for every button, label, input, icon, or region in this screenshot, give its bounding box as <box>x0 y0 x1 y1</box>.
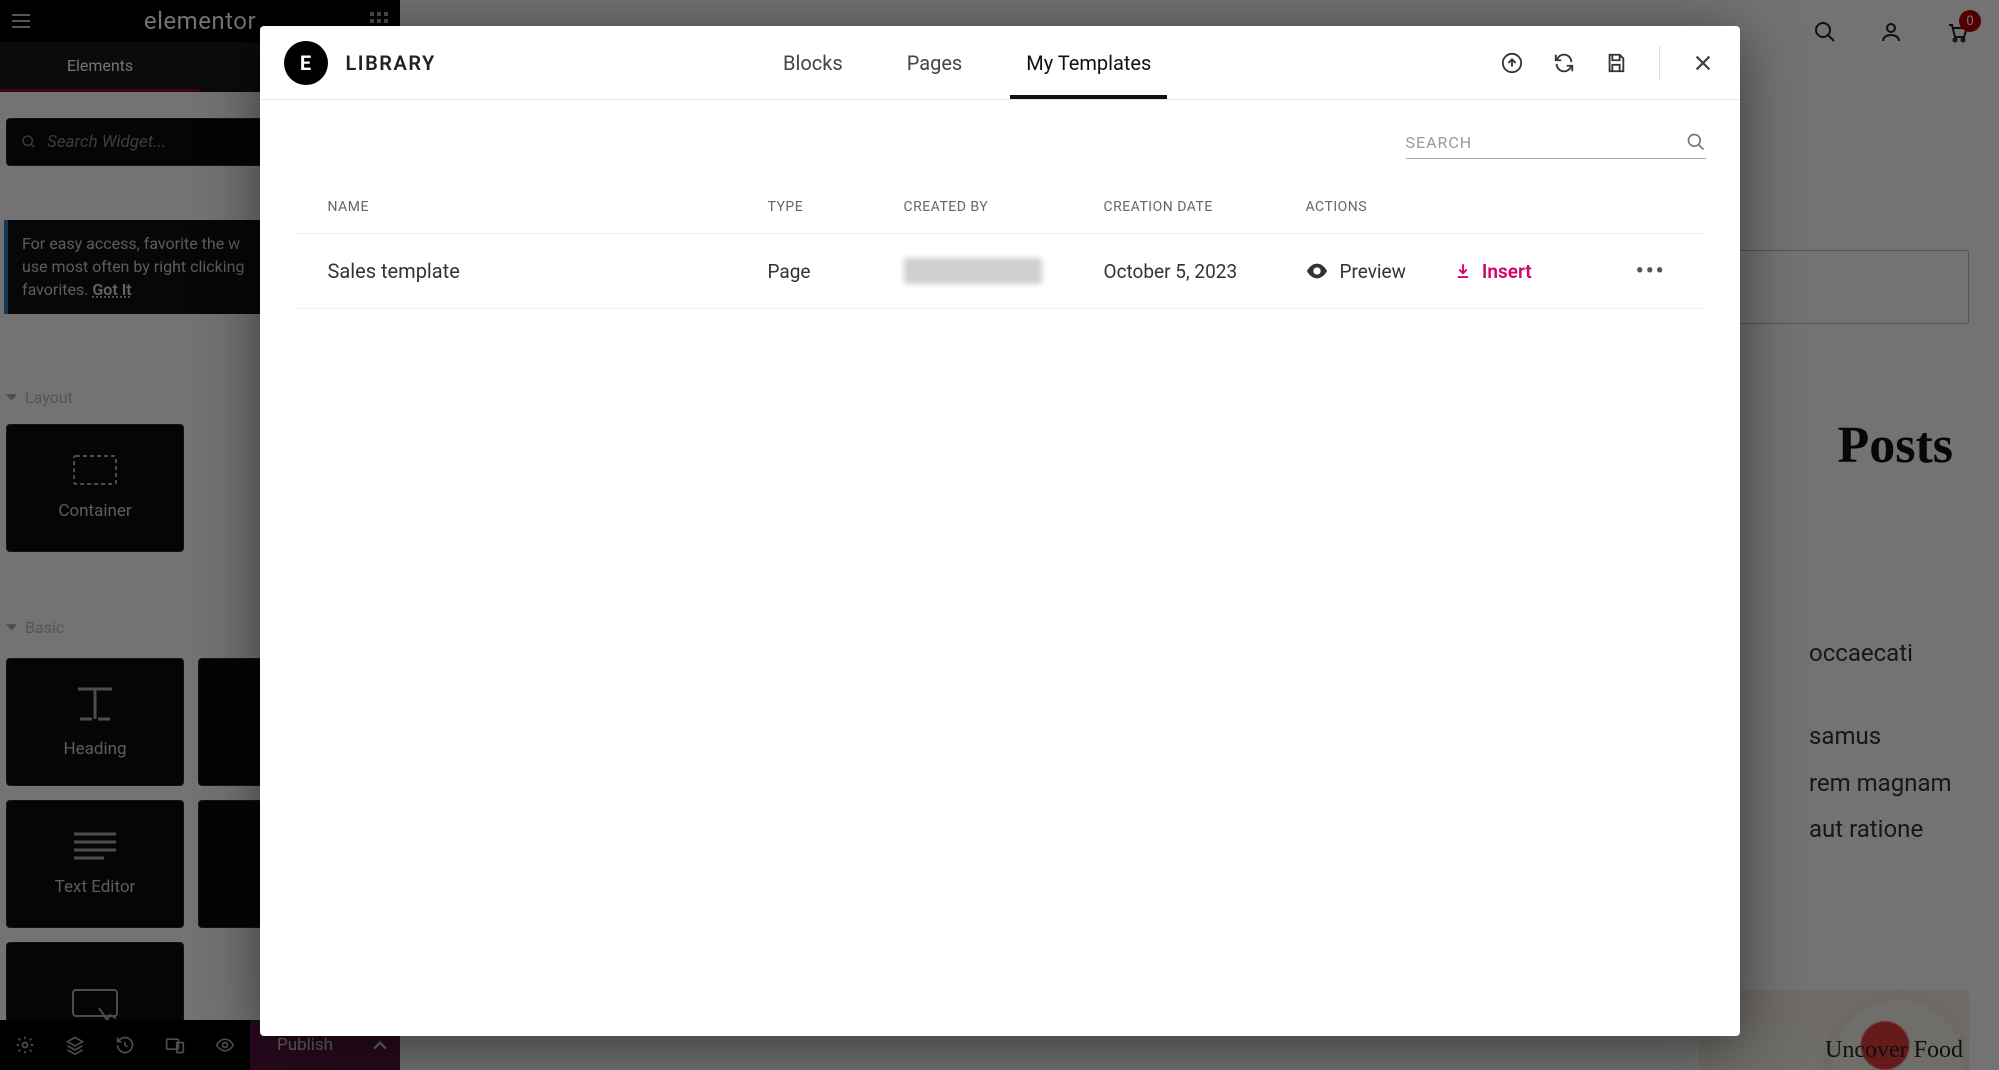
templates-table: NAME TYPE CREATED BY CREATION DATE ACTIO… <box>294 181 1706 309</box>
cell-created-by <box>904 258 1104 284</box>
insert-action[interactable]: Insert <box>1454 260 1532 283</box>
insert-label: Insert <box>1482 260 1532 283</box>
tab-pages-label: Pages <box>907 51 963 75</box>
library-header-actions <box>1499 46 1716 80</box>
tab-blocks[interactable]: Blocks <box>783 26 843 99</box>
cell-date: October 5, 2023 <box>1104 260 1306 283</box>
col-creation-date: CREATION DATE <box>1104 199 1306 215</box>
library-tabs: Blocks Pages My Templates <box>436 26 1499 99</box>
save-button[interactable] <box>1603 50 1629 76</box>
cell-name: Sales template <box>328 259 768 283</box>
header-divider <box>1659 46 1660 80</box>
col-name: NAME <box>328 199 768 215</box>
eye-icon <box>1306 263 1328 279</box>
templates-search-input[interactable]: SEARCH <box>1406 132 1706 159</box>
close-icon <box>1692 52 1714 74</box>
preview-action[interactable]: Preview <box>1306 260 1406 283</box>
tab-my-templates[interactable]: My Templates <box>1026 26 1151 99</box>
col-type: TYPE <box>768 199 904 215</box>
library-logo-letter: E <box>300 51 311 75</box>
more-actions[interactable]: ••• <box>1636 259 1666 284</box>
redacted-author <box>904 258 1042 284</box>
library-modal-body: SEARCH NAME TYPE CREATED BY CREATION DAT… <box>260 100 1740 1036</box>
col-created-by: CREATED BY <box>904 199 1104 215</box>
col-actions: ACTIONS <box>1306 199 1672 215</box>
library-title: LIBRARY <box>346 51 436 75</box>
library-modal: E LIBRARY Blocks Pages My Templates SEAR… <box>260 26 1740 1036</box>
save-icon <box>1605 52 1627 74</box>
refresh-icon <box>1553 52 1575 74</box>
table-row: Sales template Page October 5, 2023 Prev… <box>294 234 1706 309</box>
close-button[interactable] <box>1690 50 1716 76</box>
templates-search-placeholder: SEARCH <box>1406 133 1473 152</box>
tab-my-templates-label: My Templates <box>1026 51 1151 75</box>
library-modal-header: E LIBRARY Blocks Pages My Templates <box>260 26 1740 100</box>
upload-circle-icon <box>1501 52 1523 74</box>
table-header: NAME TYPE CREATED BY CREATION DATE ACTIO… <box>294 181 1706 234</box>
cell-type: Page <box>768 260 904 283</box>
download-icon <box>1454 262 1472 280</box>
preview-label: Preview <box>1340 260 1406 283</box>
library-logo: E <box>284 41 328 85</box>
sync-button[interactable] <box>1551 50 1577 76</box>
import-button[interactable] <box>1499 50 1525 76</box>
cell-actions: Preview Insert ••• <box>1306 259 1672 284</box>
library-modal-backdrop: E LIBRARY Blocks Pages My Templates SEAR… <box>0 0 1999 1070</box>
tab-pages[interactable]: Pages <box>907 26 963 99</box>
search-icon <box>1686 132 1706 152</box>
tab-blocks-label: Blocks <box>783 51 843 75</box>
